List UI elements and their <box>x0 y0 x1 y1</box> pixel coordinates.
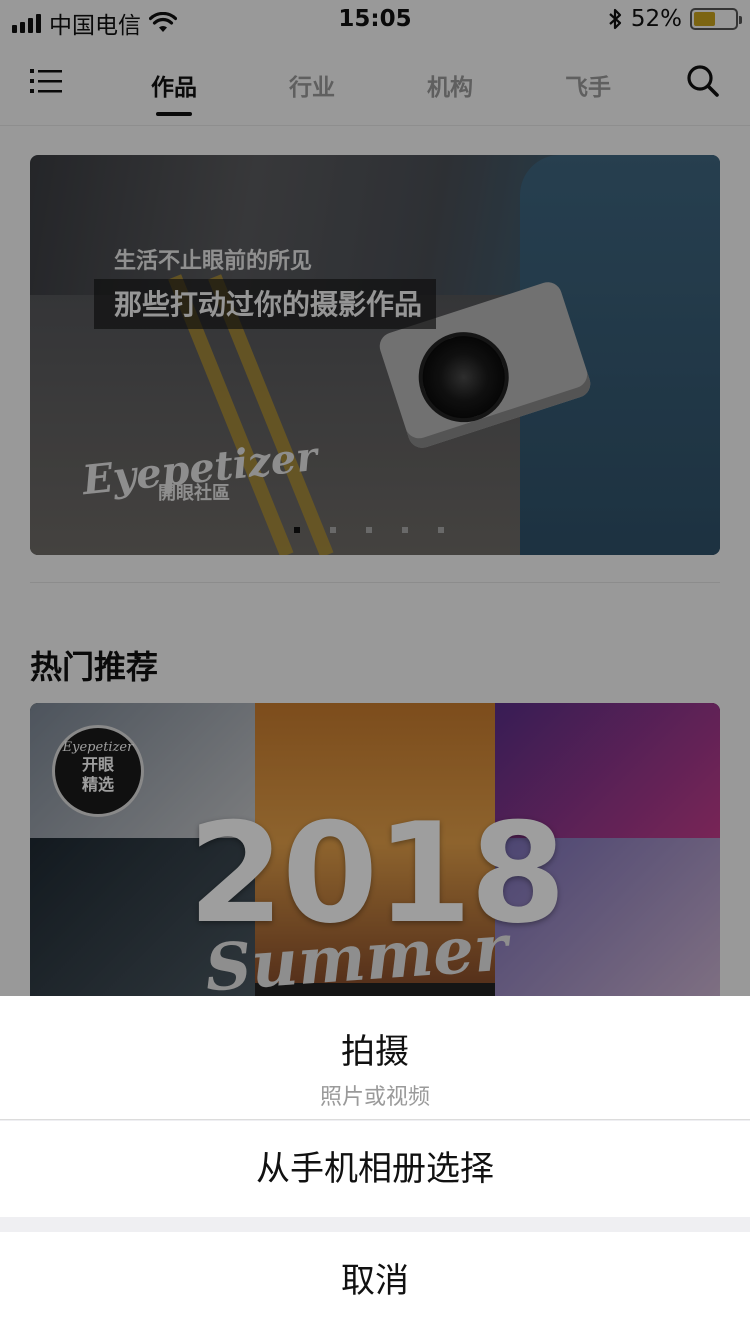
dim-overlay[interactable] <box>0 0 750 996</box>
album-option[interactable]: 从手机相册选择 <box>0 1121 750 1217</box>
shoot-option[interactable]: 拍摄 照片或视频 <box>0 996 750 1120</box>
action-sheet: 拍摄 照片或视频 从手机相册选择 取消 <box>0 996 750 1334</box>
shoot-label: 拍摄 <box>341 1032 409 1072</box>
cancel-label: 取消 <box>341 1261 409 1301</box>
shoot-sublabel: 照片或视频 <box>319 1085 430 1110</box>
album-label: 从手机相册选择 <box>256 1149 494 1189</box>
cancel-button[interactable]: 取消 <box>0 1232 750 1334</box>
